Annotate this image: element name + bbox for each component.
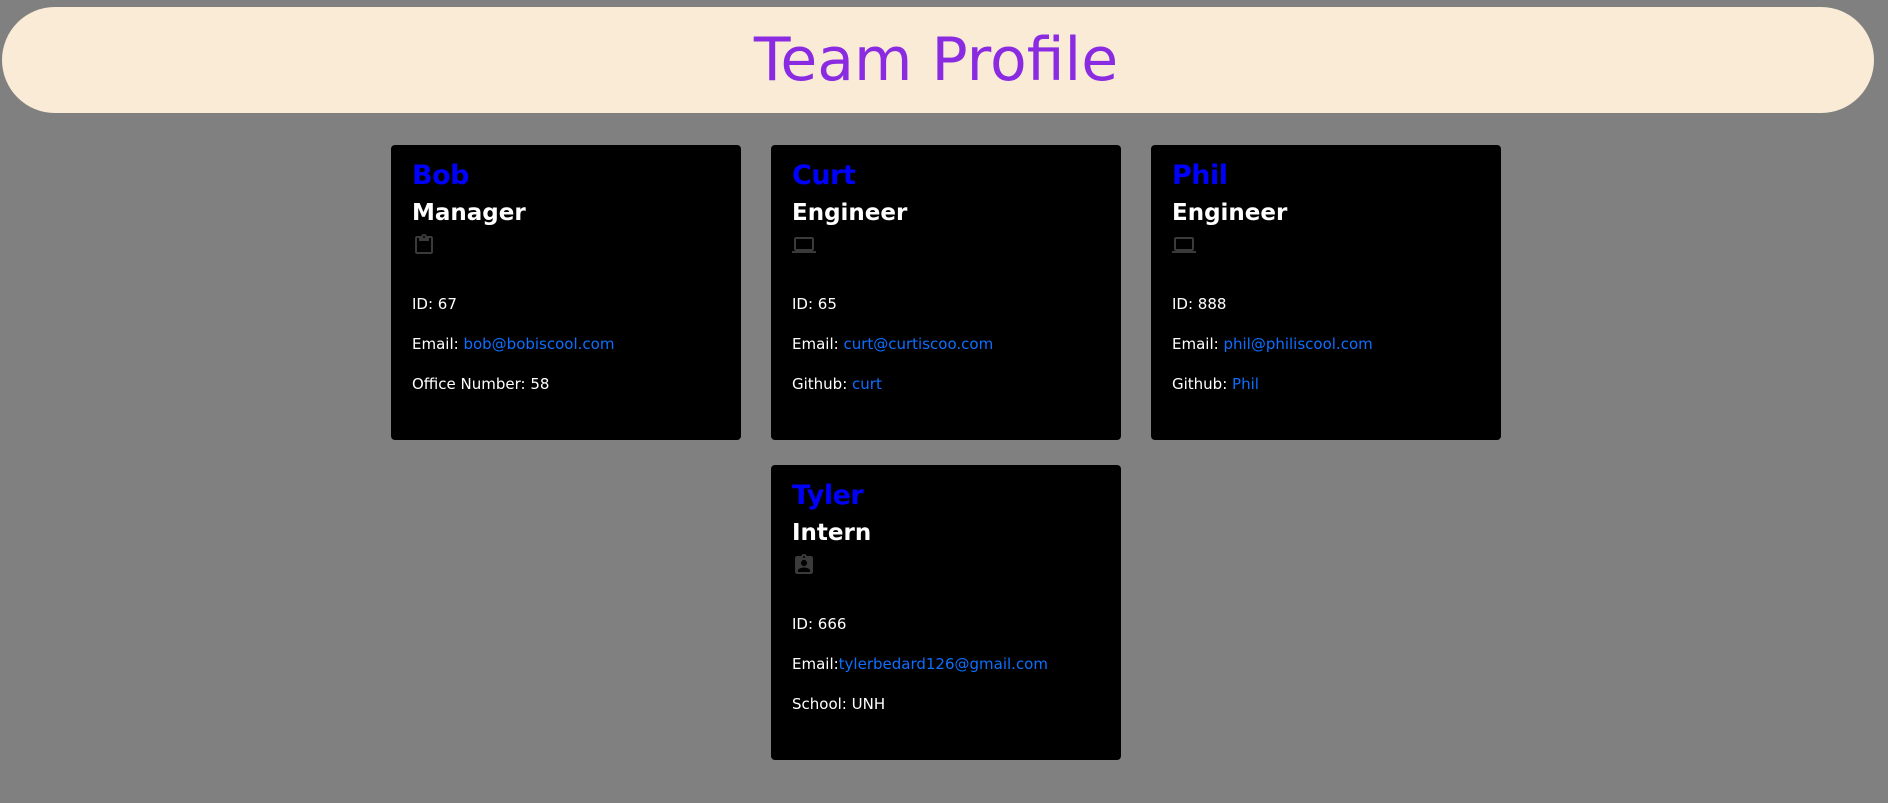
page-header: Team Profile — [2, 7, 1874, 113]
school-value: UNH — [851, 695, 886, 713]
employee-email-line: Email: phil@philiscool.com — [1172, 334, 1480, 354]
employee-id-line: ID: 888 — [1172, 294, 1480, 314]
page-title: Team Profile — [753, 25, 1119, 95]
github-label: Github: — [792, 375, 853, 393]
employee-role: Engineer — [1172, 200, 1288, 226]
employee-card-tyler: Tyler Intern ID: 666 Email:tylerbedard12… — [771, 465, 1121, 760]
employee-email-line: Email: curt@curtiscoo.com — [792, 334, 1100, 354]
email-link[interactable]: bob@bobiscool.com — [463, 335, 614, 353]
employee-name: Curt — [792, 160, 856, 191]
github-link[interactable]: Phil — [1232, 375, 1259, 393]
email-link[interactable]: phil@philiscool.com — [1223, 335, 1372, 353]
employee-email-line: Email:tylerbedard126@gmail.com — [792, 654, 1100, 674]
laptop-icon — [1172, 237, 1196, 253]
office-number-label: Office Number: — [412, 375, 531, 393]
office-number-line: Office Number: 58 — [412, 374, 720, 394]
employee-card-phil: Phil Engineer ID: 888 Email: phil@philis… — [1151, 145, 1501, 440]
github-link[interactable]: curt — [852, 375, 882, 393]
id-label: ID: — [792, 615, 818, 633]
employee-card-curt: Curt Engineer ID: 65 Email: curt@curtisc… — [771, 145, 1121, 440]
email-label: Email: — [1172, 335, 1224, 353]
id-value: 65 — [817, 295, 837, 313]
employee-name: Bob — [412, 160, 469, 191]
employee-card-bob: Bob Manager ID: 67 Email: bob@bobiscool.… — [391, 145, 741, 440]
laptop-icon — [792, 237, 816, 253]
id-value: 67 — [437, 295, 457, 313]
employee-id-line: ID: 67 — [412, 294, 720, 314]
github-line: Github: Phil — [1172, 374, 1480, 394]
employee-name: Tyler — [792, 480, 864, 511]
school-line: School: UNH — [792, 694, 1100, 714]
school-label: School: — [792, 695, 852, 713]
clipboard-icon — [415, 234, 433, 254]
email-link[interactable]: tylerbedard126@gmail.com — [839, 655, 1048, 673]
id-label: ID: — [412, 295, 438, 313]
employee-name: Phil — [1172, 160, 1228, 191]
email-label: Email: — [792, 655, 839, 673]
employee-role: Intern — [792, 520, 872, 546]
employee-id-line: ID: 65 — [792, 294, 1100, 314]
email-label: Email: — [412, 335, 464, 353]
student-badge-icon — [795, 554, 813, 574]
employee-email-line: Email: bob@bobiscool.com — [412, 334, 720, 354]
office-number-value: 58 — [530, 375, 550, 393]
id-label: ID: — [1172, 295, 1198, 313]
email-label: Email: — [792, 335, 844, 353]
email-link[interactable]: curt@curtiscoo.com — [843, 335, 993, 353]
employee-role: Manager — [412, 200, 526, 226]
id-label: ID: — [792, 295, 818, 313]
github-label: Github: — [1172, 375, 1233, 393]
id-value: 666 — [817, 615, 847, 633]
employee-id-line: ID: 666 — [792, 614, 1100, 634]
github-line: Github: curt — [792, 374, 1100, 394]
employee-role: Engineer — [792, 200, 908, 226]
id-value: 888 — [1197, 295, 1227, 313]
